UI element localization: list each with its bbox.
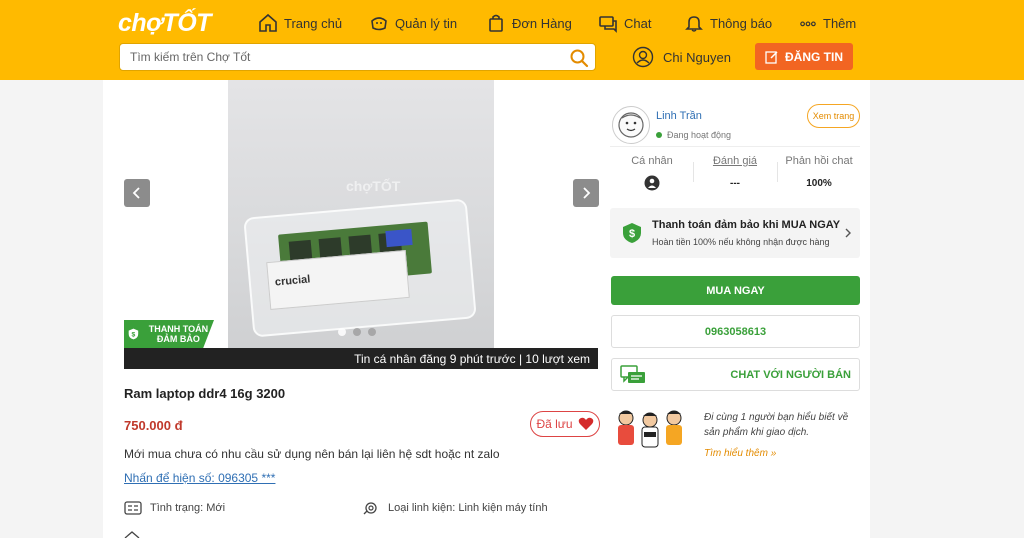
stat-rating-label: Đánh giá: [712, 155, 758, 167]
nav-notifications-label: Thông báo: [710, 15, 773, 31]
stat-type-value: [612, 175, 692, 191]
user-name: Chi Nguyen: [663, 49, 731, 65]
chat-seller-button[interactable]: CHAT VỚI NGƯỜI BÁN: [611, 358, 860, 391]
chevron-right-icon: [583, 187, 591, 199]
search-input[interactable]: [130, 44, 560, 70]
nav-notifications[interactable]: Thông báo: [684, 12, 772, 34]
ram-brand: crucial: [274, 273, 311, 289]
save-button[interactable]: Đã lưu: [530, 411, 600, 437]
guarantee-badge: $ THANH TOÁN ĐẢM BẢO: [124, 320, 214, 348]
avatar-face-icon: [618, 112, 644, 138]
shield-dollar-icon: $: [623, 223, 641, 243]
condition-icon: [124, 501, 142, 515]
nav-chat-label: Chat: [624, 15, 652, 31]
seller-name[interactable]: Linh Trần: [656, 110, 702, 122]
stat-type: Cá nhân: [612, 155, 692, 191]
component-icon: [363, 502, 377, 515]
next-image-button[interactable]: [573, 179, 599, 207]
manage-posts-icon: [371, 17, 387, 31]
stat-separator: [693, 162, 694, 182]
call-seller-button[interactable]: 0963058613: [611, 315, 860, 348]
stat-response: Phản hồi chat 100%: [779, 155, 859, 191]
nav-manage-posts[interactable]: Quản lý tin: [369, 12, 457, 34]
partial-attr-icon: [124, 531, 140, 538]
slide-dot[interactable]: [353, 328, 361, 336]
payment-subtitle: Hoàn tiền 100% nếu không nhận được hàng: [652, 237, 830, 247]
search-icon[interactable]: [569, 48, 589, 68]
watermark: chợTỐT: [346, 178, 401, 194]
payment-guarantee-banner[interactable]: $ Thanh toán đảm bảo khi MUA NGAY Hoàn t…: [610, 208, 860, 258]
svg-text:$: $: [132, 332, 136, 339]
product-price: 750.000 đ: [124, 418, 183, 433]
chevron-right-icon: [845, 228, 851, 238]
search-bar: [119, 43, 596, 71]
nav-more-label: Thêm: [823, 15, 857, 31]
stat-response-label: Phản hồi chat: [785, 155, 853, 167]
attr-condition: Tình trạng: Mới: [124, 500, 225, 516]
product-description: Mới mua chưa có nhu cầu sử dụng nên bán …: [124, 447, 500, 461]
chat-seller-label: CHAT VỚI NGƯỜI BÁN: [730, 368, 851, 381]
save-button-label: Đã lưu: [536, 417, 573, 431]
product-title: Ram laptop ddr4 16g 3200: [124, 386, 286, 401]
ram-sticker: [385, 228, 413, 248]
nav-chat[interactable]: Chat: [598, 12, 651, 34]
user-avatar-icon: [632, 46, 654, 68]
promo-text: Đi cùng 1 người bạn hiểu biết về sản phẩ…: [704, 412, 849, 438]
attr-category: Loại linh kiện: Linh kiện máy tính: [362, 500, 548, 516]
chat-icon: [599, 16, 617, 33]
stat-type-label: Cá nhân: [631, 155, 673, 167]
seller-status-label: Đang hoạt động: [667, 130, 732, 140]
shield-dollar-icon: $: [128, 328, 139, 340]
home-icon: [259, 13, 277, 32]
payment-title: Thanh toán đảm bảo khi MUA NGAY: [652, 219, 841, 231]
site-logo[interactable]: chợTỐT: [118, 9, 211, 38]
online-indicator: [656, 132, 662, 138]
svg-text:$: $: [629, 228, 635, 240]
buy-now-button[interactable]: MUA NGAY: [611, 276, 860, 305]
stat-rating-value: ---: [730, 177, 740, 189]
reveal-phone-link[interactable]: Nhấn để hiện số: 096305 ***: [124, 471, 275, 485]
nav-home[interactable]: Trang chủ: [258, 12, 342, 34]
post-ad-button[interactable]: ĐĂNG TIN: [755, 43, 853, 70]
top-header: chợTỐT Trang chủ Quản lý tin Đơn Hàng Ch…: [0, 0, 1024, 80]
chat-bubble-icon: [620, 365, 645, 383]
more-dots-icon: [800, 21, 816, 27]
seller-avatar[interactable]: [612, 106, 650, 144]
slide-indicator: [338, 328, 376, 336]
learn-more-link[interactable]: Tìm hiểu thêm »: [704, 448, 776, 459]
slide-dot-active[interactable]: [338, 328, 346, 336]
stat-separator: [777, 162, 778, 182]
bell-icon: [685, 16, 703, 32]
guarantee-badge-label: THANH TOÁN ĐẢM BẢO: [148, 324, 209, 344]
product-photo[interactable]: chợTỐT crucial: [228, 80, 494, 348]
edit-icon: [765, 50, 778, 64]
user-menu[interactable]: Chi Nguyen: [632, 46, 731, 68]
view-profile-button[interactable]: Xem trang: [807, 104, 860, 128]
slide-dot[interactable]: [368, 328, 376, 336]
post-info-bar: Tin cá nhân đăng 9 phút trước | 10 lượt …: [124, 348, 598, 369]
attr-condition-label: Tình trạng: Mới: [150, 502, 226, 514]
seller-card: [598, 80, 870, 538]
divider: [610, 146, 860, 147]
stat-response-value: 100%: [806, 177, 832, 189]
chevron-left-icon: [132, 187, 140, 199]
nav-manage-posts-label: Quản lý tin: [395, 15, 458, 31]
person-icon: [644, 175, 660, 191]
post-ad-label: ĐĂNG TIN: [785, 49, 843, 64]
heart-icon: [578, 417, 593, 430]
shopping-bag-icon: [489, 14, 503, 32]
buddy-illustration: [618, 410, 682, 448]
nav-orders-label: Đơn Hàng: [512, 15, 572, 31]
attr-category-label: Loại linh kiện: Linh kiện máy tính: [388, 502, 548, 514]
seller-status: Đang hoạt động: [656, 130, 731, 140]
prev-image-button[interactable]: [124, 179, 150, 207]
nav-orders[interactable]: Đơn Hàng: [486, 12, 572, 34]
stat-rating[interactable]: Đánh giá ---: [695, 155, 775, 191]
nav-home-label: Trang chủ: [284, 15, 343, 31]
image-gallery: chợTỐT crucial $ THANH TOÁN ĐẢM BẢO Tin …: [124, 80, 599, 369]
nav-more[interactable]: Thêm: [799, 12, 856, 34]
